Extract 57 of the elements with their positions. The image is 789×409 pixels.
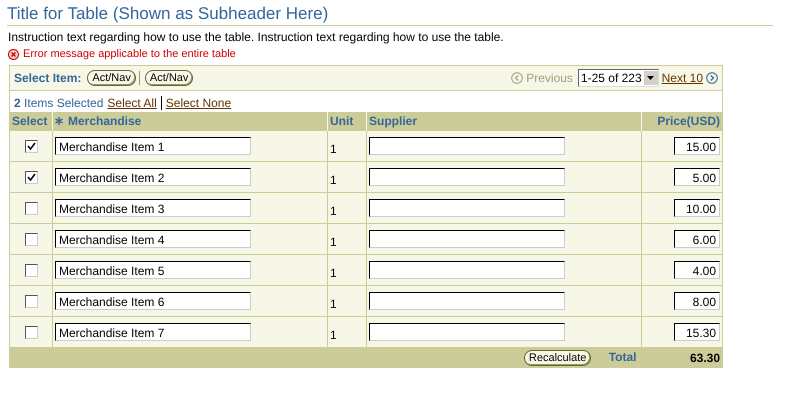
selection-summary: 2 Items Selected (14, 96, 104, 110)
merchandise-field[interactable]: Merchandise Item 7 (55, 323, 251, 341)
unit-cell: 1 (328, 162, 366, 192)
action-button[interactable]: Act/Nav (144, 70, 194, 86)
unit-cell: 1 (328, 286, 366, 316)
supplier-field[interactable] (369, 230, 565, 248)
merchandise-field[interactable]: Merchandise Item 1 (55, 137, 251, 155)
unit-cell: 1 (328, 254, 366, 286)
range-select[interactable]: 1-25 of 223 (578, 69, 659, 87)
selection-link[interactable]: Select None (166, 96, 232, 110)
instruction-text: Instruction text regarding how to use the table. Instruction text regarding how to use the table. (8, 30, 505, 44)
unit-cell: 1 (328, 130, 366, 162)
row-checkbox[interactable] (24, 202, 38, 216)
merchandise-field[interactable]: Merchandise Item 5 (55, 261, 251, 279)
row-checkbox[interactable] (24, 326, 38, 340)
select-item-label: Select Item: (14, 71, 82, 85)
merchandise-field[interactable]: Merchandise Item 6 (55, 292, 251, 310)
column-header: Merchandise (68, 114, 142, 128)
price-field[interactable]: 15.00 (674, 137, 720, 155)
supplier-field[interactable] (369, 292, 565, 310)
price-field[interactable]: 8.00 (674, 292, 720, 310)
row-checkbox[interactable] (24, 295, 38, 308)
total-value: 63.30 (642, 348, 722, 367)
selection-link[interactable]: Select All (107, 96, 157, 110)
unit-cell: 1 (328, 316, 366, 348)
supplier-field[interactable] (369, 137, 565, 155)
merchandise-field[interactable]: Merchandise Item 4 (55, 230, 251, 248)
price-field[interactable]: 10.00 (674, 199, 720, 217)
next-icon[interactable] (706, 72, 718, 84)
row-checkbox[interactable] (24, 171, 38, 184)
next-link[interactable]: Next 10 (662, 71, 703, 85)
row-checkbox[interactable] (24, 140, 38, 154)
price-field[interactable]: 6.00 (674, 230, 720, 248)
table-title: Title for Table (Shown as Subheader Here) (7, 4, 773, 26)
supplier-field[interactable] (369, 323, 565, 341)
unit-cell: 1 (328, 224, 366, 254)
price-field[interactable]: 5.00 (674, 168, 720, 186)
unit-cell: 1 (328, 192, 366, 224)
price-field[interactable]: 4.00 (674, 261, 720, 279)
supplier-field[interactable] (369, 261, 565, 279)
merchandise-field[interactable]: Merchandise Item 2 (55, 168, 251, 186)
column-header: Unit (330, 114, 354, 128)
supplier-field[interactable] (369, 199, 565, 217)
row-checkbox[interactable] (24, 233, 38, 246)
recalculate-button[interactable]: Recalculate (524, 350, 592, 366)
column-header: Price(USD) (657, 114, 720, 128)
column-header: Select (12, 114, 48, 128)
row-checkbox[interactable] (24, 264, 38, 278)
action-button[interactable]: Act/Nav (87, 70, 136, 86)
error-icon (8, 48, 19, 60)
merchandise-field[interactable]: Merchandise Item 3 (55, 199, 251, 217)
dropdown-arrow-icon (647, 76, 654, 80)
price-field[interactable]: 15.30 (674, 323, 720, 341)
supplier-field[interactable] (369, 168, 565, 186)
total-label: Total (608, 350, 636, 364)
column-header: Supplier (369, 114, 418, 128)
error-message: Error message applicable to the entire table (23, 48, 236, 60)
